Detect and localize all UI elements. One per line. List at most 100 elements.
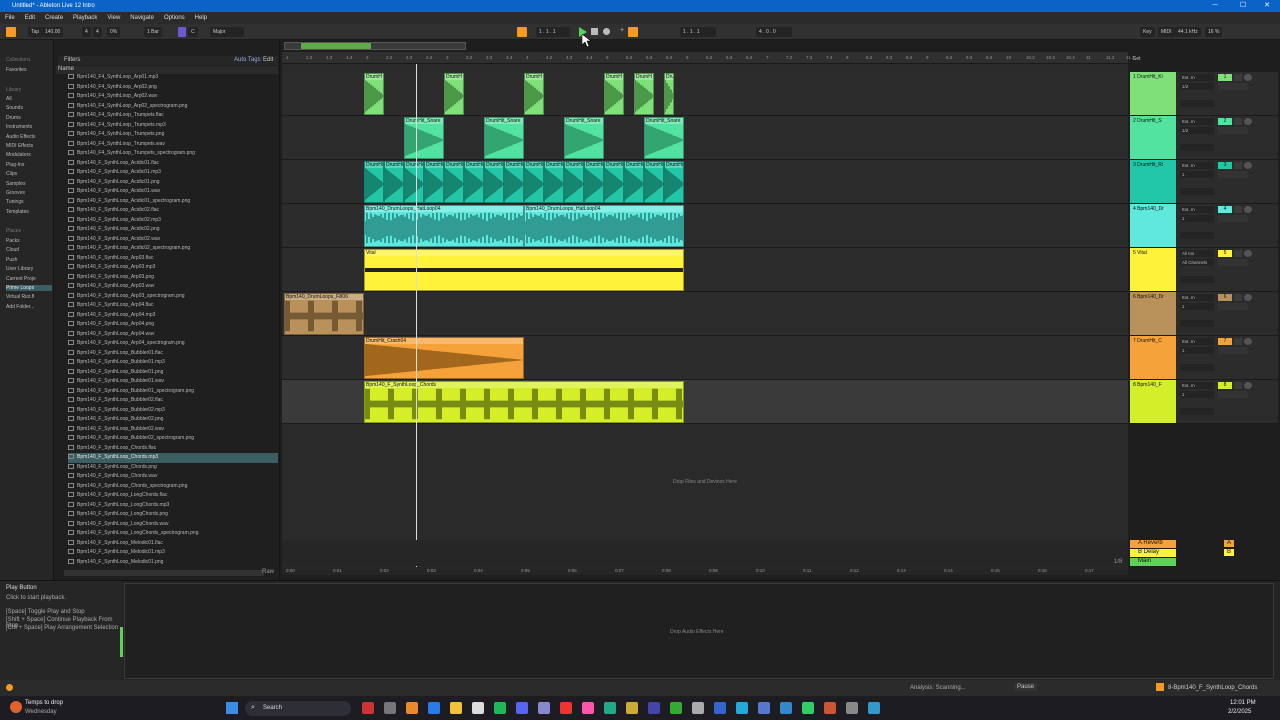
volume-slider[interactable] [1218, 83, 1248, 90]
track-output[interactable] [1180, 320, 1214, 327]
tempo-field[interactable]: 140.00 [42, 27, 64, 37]
ruler-tick-label[interactable]: 10 [1006, 55, 1011, 60]
loop-start[interactable]: 1 . 1 . 1 [680, 27, 716, 37]
key-map-button[interactable]: Key [1140, 27, 1155, 37]
track-lane[interactable] [282, 72, 1128, 116]
ruler-tick-label[interactable]: 3.4 [506, 55, 512, 60]
taskbar-app-icon[interactable] [560, 702, 572, 714]
track-header[interactable]: 6 Bpm140_Dr Ext. In 1 6 [1130, 292, 1278, 336]
volume-slider[interactable] [1218, 215, 1248, 222]
key-selector[interactable]: C [188, 27, 198, 37]
browser-file-row[interactable]: Bpm140_F_SynthLoop_Bubbler02.mp3 [68, 406, 278, 416]
track-header[interactable]: 4 Bpm140_Dr Ext. In 1 4 [1130, 204, 1278, 248]
zoom-level[interactable]: 1/8 [1114, 559, 1122, 565]
ruler-tick-label[interactable]: 4 [526, 55, 529, 60]
taskbar-app-icon[interactable] [802, 702, 814, 714]
close-button[interactable]: ✕ [1252, 0, 1280, 12]
device-chain[interactable]: Drop Audio Effects Here [124, 583, 1274, 679]
ruler-tick-label[interactable]: 2 [366, 55, 369, 60]
view-toggle-icon[interactable] [6, 27, 16, 37]
ruler-tick-label[interactable]: 9.4 [986, 55, 992, 60]
sidebar-item-all[interactable]: All [6, 96, 12, 102]
track-name[interactable]: 7 DrumHit_C [1130, 336, 1176, 379]
taskbar-app-icon[interactable] [670, 702, 682, 714]
browser-file-row[interactable]: Bpm140_F_SynthLoop_Arp03.wav [68, 282, 278, 292]
track-output[interactable] [1180, 276, 1214, 283]
scale-mode-icon[interactable] [178, 27, 186, 37]
ruler-tick-label[interactable]: 9.3 [966, 55, 972, 60]
arrangement-clip[interactable]: DrumHi [524, 161, 544, 203]
loop-length[interactable]: 4 . 0 . 0 [756, 27, 792, 37]
arm-button[interactable] [1244, 118, 1252, 125]
browser-file-row[interactable]: Bpm140_F_SynthLoop_LongChords.wav [68, 520, 278, 530]
track-input-type[interactable]: Ext. In [1180, 338, 1214, 345]
volume-slider[interactable] [1218, 171, 1248, 178]
arrangement-clip[interactable]: DrumHi [564, 161, 584, 203]
menu-options[interactable]: Options [159, 12, 190, 24]
ruler-tick-label[interactable]: 1.4 [346, 55, 352, 60]
track-name[interactable]: 5 Vital [1130, 248, 1176, 291]
midi-map-button[interactable]: MIDI [1158, 27, 1175, 37]
record-button[interactable] [603, 28, 610, 35]
weather-icon[interactable] [10, 701, 22, 713]
browser-file-row[interactable]: Bpm140_F_SynthLoop_Bubbler02_spectrogram… [68, 434, 278, 444]
taskbar-app-icon[interactable] [406, 702, 418, 714]
places-item-prime-loops[interactable]: Prime Loops [6, 285, 52, 291]
ruler-tick-label[interactable]: 11 [1086, 55, 1091, 60]
ruler-tick-label[interactable]: 1.2 [306, 55, 312, 60]
browser-file-row[interactable]: Bpm140_F_SynthLoop_Chords.wav [68, 472, 278, 482]
ruler-tick-label[interactable]: 9 [926, 55, 929, 60]
automation-arm-icon[interactable] [628, 27, 638, 37]
taskbar-app-icon[interactable] [494, 702, 506, 714]
ruler-tick-label[interactable]: 4.4 [586, 55, 592, 60]
browser-file-row[interactable]: Bpm140_F4_SynthLoop_Arp02.wav [68, 92, 278, 102]
track-input-channel[interactable]: 1/2 [1180, 127, 1214, 134]
arrangement-drop-zone[interactable]: Drop Files and Devices Here [673, 479, 737, 485]
browser-file-row[interactable]: Bpm140_F_SynthLoop_Bubbler01.wav [68, 377, 278, 387]
menu-playback[interactable]: Playback [68, 12, 102, 24]
track-name[interactable]: 3 DrumHit_Ri [1130, 160, 1176, 203]
volume-slider[interactable] [1218, 347, 1248, 354]
ruler-tick-label[interactable]: 10.4 [1066, 55, 1075, 60]
browser-file-row[interactable]: Bpm140_F_SynthLoop_Bubbler01.mp3 [68, 358, 278, 368]
browser-file-row[interactable]: Bpm140_F_SynthLoop_Melodic01.png [68, 558, 278, 568]
arrangement-clip[interactable]: Bpm140_F_SynthLoop_Chords [364, 381, 684, 423]
solo-button[interactable] [1234, 162, 1242, 169]
return-track-b[interactable]: B Delay B [1130, 549, 1278, 557]
browser-file-row[interactable]: Bpm140_F4_SynthLoop_Arp01.mp3 [68, 73, 278, 83]
main-track[interactable]: Main [1130, 558, 1278, 566]
taskbar-app-icon[interactable] [604, 702, 616, 714]
browser-file-row[interactable]: Bpm140_F_SynthLoop_Acidic02.flac [68, 206, 278, 216]
browser-file-row[interactable]: Bpm140_F_SynthLoop_Acidic02.png [68, 225, 278, 235]
solo-button[interactable] [1234, 382, 1242, 389]
taskbar-app-icon[interactable] [538, 702, 550, 714]
track-input-channel[interactable]: 1 [1180, 171, 1214, 178]
places-item-virtual-riot-fl[interactable]: Virtual Riot.fl [6, 294, 34, 300]
sidebar-item-instruments[interactable]: Instruments [6, 124, 32, 130]
browser-file-row[interactable]: Bpm140_F4_SynthLoop_Arp02_spectrogram.pn… [68, 102, 278, 112]
sidebar-item-modulators[interactable]: Modulators [6, 152, 31, 158]
browser-file-row[interactable]: Bpm140_F_SynthLoop_Arp03.mp3 [68, 263, 278, 273]
browser-file-row[interactable]: Bpm140_F_SynthLoop_Bubbler02.png [68, 415, 278, 425]
sidebar-item-favorites[interactable]: Favorites [6, 67, 27, 73]
track-input-channel[interactable]: 1 [1180, 215, 1214, 222]
track-input-type[interactable]: Ext. In [1180, 74, 1214, 81]
track-number[interactable]: 1 [1218, 74, 1232, 81]
beat-ruler[interactable]: 1 1.2 1.3 1.4 2 2.2 2.3 2.4 3 3.2 3.3 3.4 4 4.2 4.3 4.4… [282, 52, 1134, 64]
track-number[interactable]: 4 [1218, 206, 1232, 213]
browser-file-row[interactable]: Bpm140_F_SynthLoop_Arp04_spectrogram.png [68, 339, 278, 349]
taskbar-app-icon[interactable] [846, 702, 858, 714]
taskbar-app-icon[interactable] [648, 702, 660, 714]
ruler-tick-label[interactable]: 3.2 [466, 55, 472, 60]
track-name[interactable]: 2 DrumHit_S [1130, 116, 1176, 159]
arrangement-clip[interactable]: DrumHit_Crash04 [364, 337, 524, 379]
arrangement-clip[interactable]: Bpm140_DrumLoops_Fill06 [284, 293, 364, 335]
taskbar-app-icon[interactable] [450, 702, 462, 714]
return-a-name[interactable]: A Reverb [1130, 540, 1176, 548]
ruler-tick-label[interactable]: 4.3 [566, 55, 572, 60]
ruler-tick-label[interactable]: 5.2 [626, 55, 632, 60]
arrangement-clip[interactable]: DrumH [634, 73, 654, 115]
sidebar-item-sounds[interactable]: Sounds [6, 105, 23, 111]
browser-file-row[interactable]: Bpm140_F_SynthLoop_Acidic01.png [68, 178, 278, 188]
taskbar-app-icon[interactable] [736, 702, 748, 714]
